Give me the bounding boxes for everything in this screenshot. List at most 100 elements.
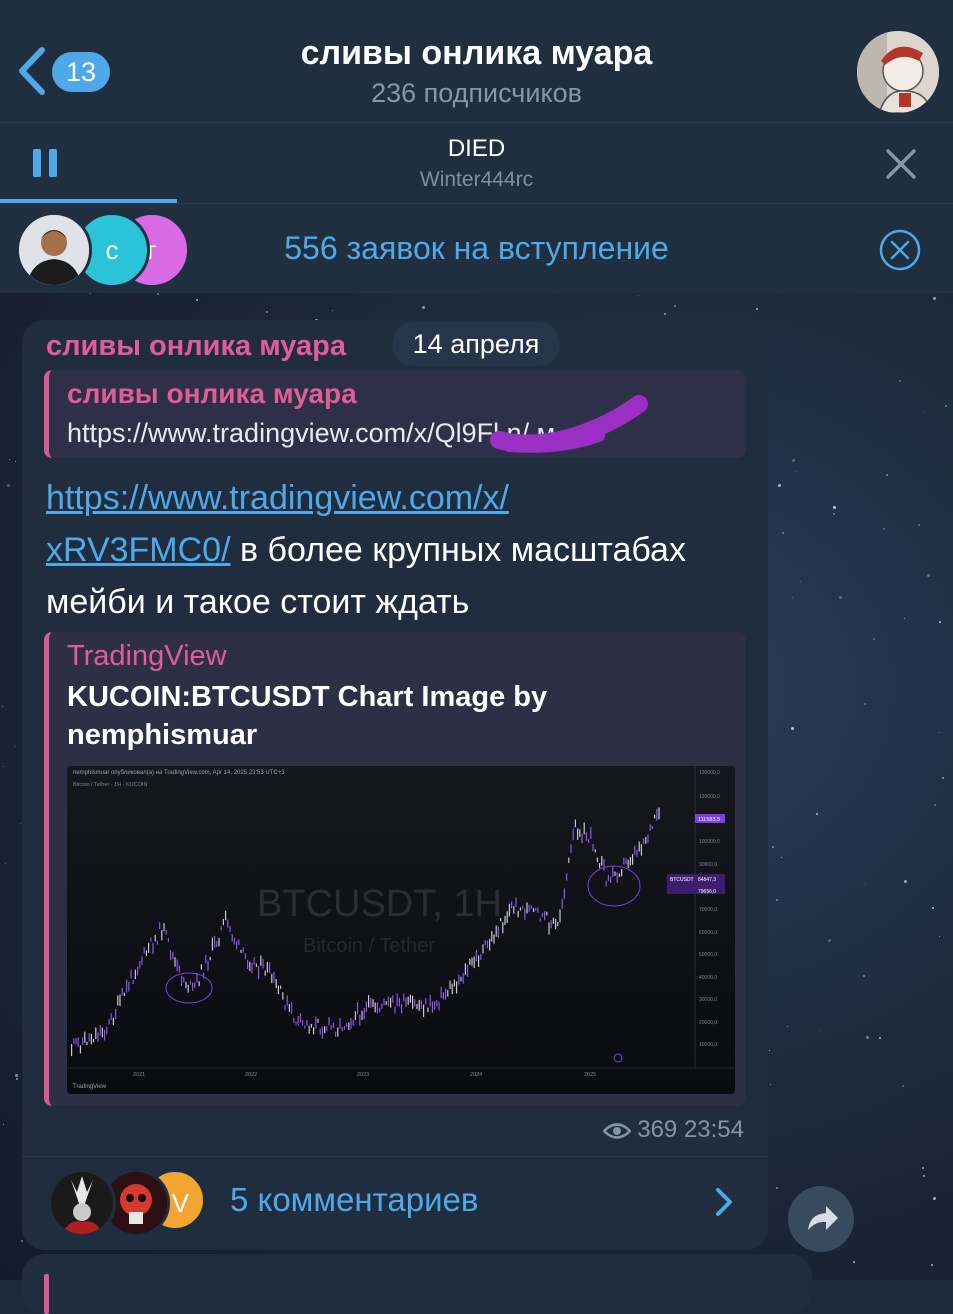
candle [319, 1028, 321, 1035]
star [421, 305, 425, 309]
star [266, 311, 269, 314]
chart-legend: Bitcoin / Tether · 1H · KUCOIN [73, 782, 148, 788]
x-tick-label: 2025 [584, 1072, 596, 1078]
star [924, 411, 926, 413]
candle [88, 1033, 90, 1042]
candle [434, 1001, 436, 1010]
candle [330, 1025, 332, 1030]
y-tick-label: 120000,0 [699, 794, 720, 800]
chevron-right-icon[interactable] [714, 1187, 734, 1217]
candle [420, 1000, 422, 1010]
candle [590, 826, 592, 839]
candle [416, 1004, 418, 1010]
candle [511, 901, 513, 909]
candle [141, 956, 143, 965]
candle [473, 956, 475, 969]
dismiss-requests-icon[interactable] [879, 229, 921, 271]
candle [244, 953, 246, 960]
link-preview[interactable]: TradingView KUCOIN:BTCUSDT Chart Image b… [44, 632, 746, 1106]
candle [350, 1018, 352, 1029]
star [934, 803, 937, 806]
channel-title[interactable]: сливы онлика муара [200, 34, 753, 73]
candle [194, 982, 196, 989]
candle [385, 1001, 387, 1005]
close-icon[interactable] [884, 147, 918, 181]
candle [82, 1037, 84, 1045]
reply-quote[interactable]: сливы онлика муара https://www.tradingvi… [44, 370, 746, 458]
view-count: 369 [637, 1116, 678, 1143]
candle [654, 814, 656, 819]
candle [453, 979, 455, 987]
price-tag-symbol: BTCUSDT [670, 877, 694, 883]
candle [396, 993, 398, 1007]
join-requests-banner[interactable]: с г 556 заявок на вступление [0, 203, 953, 293]
candle [189, 980, 191, 985]
y-tick-label: 10000,0 [699, 1042, 717, 1048]
candle [123, 992, 125, 997]
star [879, 1036, 882, 1039]
comments-count[interactable]: 5 комментариев [230, 1181, 478, 1219]
candle [183, 977, 185, 983]
preview-chart-image[interactable]: nemphismuar опубликовал(а) на TradingVie… [67, 766, 735, 1094]
candle [315, 1016, 317, 1029]
candle [154, 934, 156, 942]
comments-button[interactable]: V 5 комментариев [22, 1157, 768, 1250]
unread-count-badge[interactable]: 13 [52, 52, 110, 92]
star [819, 1030, 821, 1032]
candle [225, 910, 227, 921]
pause-icon[interactable] [33, 149, 57, 177]
candle [106, 1026, 108, 1035]
candle [594, 849, 596, 853]
back-chevron-icon[interactable] [16, 46, 46, 96]
candle [211, 937, 213, 951]
star [931, 1263, 934, 1266]
subscriber-count: 236 подписчиков [371, 78, 582, 108]
star [637, 294, 639, 296]
message-link-line2: xRV3FMC0/ [46, 531, 231, 569]
y-tick-label: 60000,0 [699, 930, 717, 936]
star [673, 305, 676, 308]
candle [390, 997, 392, 1008]
candle [86, 1041, 88, 1046]
star [755, 307, 758, 310]
candle [339, 1017, 341, 1029]
x-tick-label: 2021 [133, 1072, 145, 1078]
star [901, 1084, 904, 1087]
star [904, 880, 908, 884]
candle [596, 857, 598, 862]
track-title[interactable]: DIED [200, 135, 753, 163]
message-bubble[interactable]: сливы онлика муара 14 апреля сливы онлик… [22, 320, 768, 1250]
candle [93, 1038, 95, 1043]
candle [383, 998, 385, 1006]
candle [302, 1019, 304, 1026]
channel-avatar[interactable] [857, 31, 939, 113]
y-tick-label: 100000,0 [699, 839, 720, 845]
candle [645, 836, 647, 844]
candle [438, 1001, 440, 1011]
candle [647, 834, 649, 844]
candle [381, 1003, 383, 1009]
price-tag-current: 84847,3 [698, 877, 716, 883]
candle [277, 985, 279, 995]
candle [253, 957, 255, 965]
chart-watermark: BTCUSDT, 1H [257, 883, 502, 925]
next-message-bubble[interactable] [22, 1254, 812, 1314]
candle [524, 908, 526, 920]
message-link-line1: https://www.tradingview.com/x/ [46, 479, 509, 517]
candle [137, 966, 139, 976]
forward-button[interactable] [788, 1186, 854, 1252]
candle [73, 1038, 75, 1044]
candle [299, 1013, 301, 1023]
candle [599, 863, 601, 869]
candle [79, 1045, 81, 1054]
candle [187, 984, 189, 993]
candle [97, 1032, 99, 1042]
x-tick-label: 2022 [245, 1072, 257, 1078]
redaction-scribble [490, 395, 648, 453]
join-requests-text[interactable]: 556 заявок на вступление [200, 230, 753, 267]
candle [308, 1025, 310, 1034]
candle [132, 980, 134, 984]
message-sender[interactable]: сливы онлика муара [46, 330, 346, 363]
candle [379, 1007, 381, 1013]
candle [271, 973, 273, 984]
